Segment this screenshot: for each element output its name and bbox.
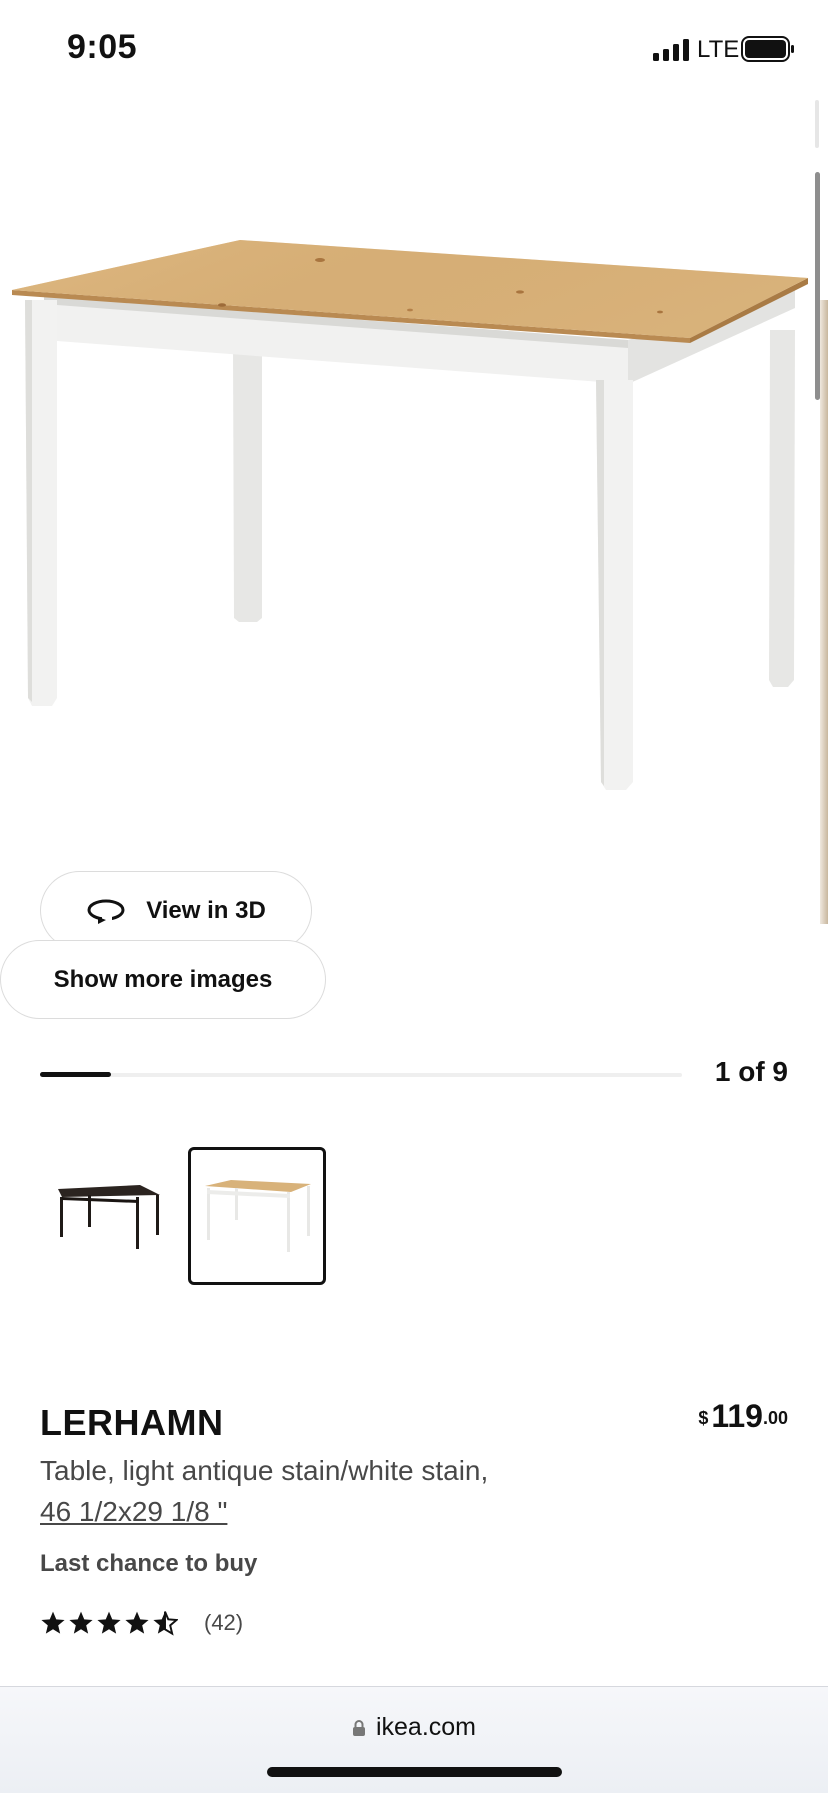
star-half-icon	[153, 1611, 178, 1636]
black-table-image	[58, 1185, 160, 1249]
star-full-icon	[125, 1611, 149, 1634]
network-label: LTE	[697, 36, 740, 63]
show-more-images-button[interactable]: Show more images	[0, 940, 326, 1019]
star-full-icon	[41, 1611, 65, 1634]
white-table-image	[205, 1180, 311, 1252]
star-full-icon	[69, 1611, 93, 1634]
price-cents: .00	[762, 1408, 788, 1428]
gallery-progress-fill	[40, 1072, 111, 1077]
show-more-images-label: Show more images	[53, 965, 273, 993]
price-main: 119	[711, 1398, 763, 1434]
lock-icon	[352, 1720, 365, 1737]
rotate-3d-icon	[87, 899, 125, 924]
url-text: ikea.com	[375, 1713, 477, 1741]
rating-stars	[40, 1610, 178, 1636]
status-time: 9:05	[67, 28, 138, 66]
star-full-icon	[97, 1611, 121, 1634]
gallery-progress-track	[40, 1073, 682, 1077]
battery-icon	[741, 36, 794, 62]
product-main-image[interactable]	[0, 200, 828, 800]
scrollbar-top	[815, 100, 819, 148]
product-description: Table, light antique stain/white stain,	[40, 1455, 489, 1486]
view-in-3d-button[interactable]: View in 3D	[40, 871, 312, 950]
gallery-page-counter: 1 of 9	[714, 1056, 788, 1087]
view-in-3d-label: View in 3D	[146, 896, 266, 924]
product-name: LERHAMN	[40, 1402, 224, 1443]
status-bar: 9:05 LTE	[0, 0, 828, 100]
availability-notice: Last chance to buy	[40, 1550, 258, 1577]
product-dimensions-link[interactable]: 46 1/2x29 1/8 "	[40, 1492, 227, 1532]
product-price: $ 119 .00	[698, 1398, 788, 1435]
url-display[interactable]: ikea.com	[0, 1713, 828, 1742]
price-currency: $	[698, 1408, 709, 1428]
variant-thumbnail-black[interactable]	[40, 1147, 178, 1285]
product-rating[interactable]: (42)	[40, 1610, 243, 1636]
rating-count: (42)	[204, 1610, 244, 1635]
signal-icon	[653, 39, 689, 61]
home-indicator[interactable]	[267, 1767, 562, 1777]
variant-thumbnail-white[interactable]	[188, 1147, 326, 1285]
